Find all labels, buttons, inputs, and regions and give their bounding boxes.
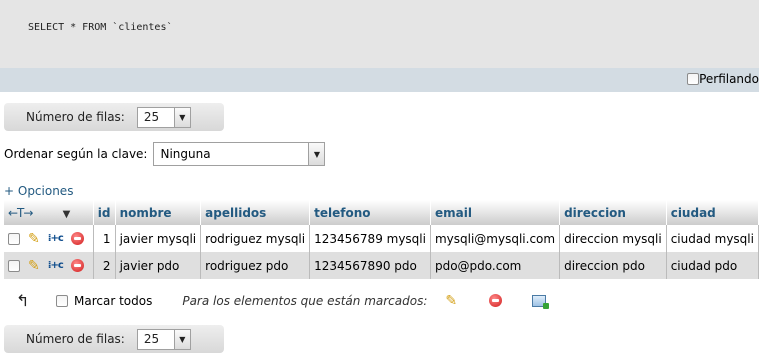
- row-checkbox[interactable]: [8, 232, 20, 245]
- rows-count-value: 25: [143, 332, 160, 346]
- with-selected-label: Para los elementos que están marcados:: [182, 293, 428, 308]
- cell-nombre: javier mysqli: [115, 225, 202, 252]
- copy-icon[interactable]: ⁞+c: [48, 260, 64, 271]
- table-row: ✎ ⁞+c 1 javier mysqli rodriguez mysqli 1…: [4, 225, 759, 252]
- rows-count-label: Número de filas:: [26, 110, 125, 124]
- cell-id: 1: [93, 225, 116, 252]
- delete-icon[interactable]: [70, 259, 84, 272]
- copy-icon[interactable]: ⁞+c: [48, 233, 64, 244]
- chevron-down-icon: ▼: [173, 329, 190, 349]
- row-actions: ✎ ⁞+c: [4, 225, 94, 252]
- cell-telefono: 1234567890 pdo: [309, 252, 431, 279]
- chevron-down-icon: ▼: [308, 143, 325, 165]
- profiling-label: Perfilando: [699, 72, 759, 86]
- sql-query-box: SELECT * FROM `clientes`: [0, 0, 759, 68]
- cell-direccion: direccion mysqli: [559, 225, 667, 252]
- bulk-actions-bar: ↰ Marcar todos Para los elementos que es…: [16, 291, 550, 310]
- navigation-top: Número de filas: 25 ▼: [4, 103, 224, 131]
- column-header-ciudad[interactable]: ciudad: [666, 200, 759, 225]
- chevron-down-icon[interactable]: ▼: [63, 209, 71, 220]
- cell-nombre: javier pdo: [115, 252, 202, 279]
- chevron-down-icon: ▼: [173, 107, 190, 127]
- column-header-apellidos[interactable]: apellidos: [200, 200, 311, 225]
- rows-count-label: Número de filas:: [26, 332, 125, 346]
- sort-by-key: Ordenar según la clave: Ninguna ▼: [4, 142, 326, 166]
- corner-arrow-icon: ↰: [16, 291, 30, 310]
- sort-label: Ordenar según la clave:: [4, 147, 148, 161]
- cell-apellidos: rodriguez mysqli: [200, 225, 311, 252]
- row-checkbox[interactable]: [8, 259, 20, 272]
- cell-email: mysqli@mysqli.com: [430, 225, 561, 252]
- row-actions: ✎ ⁞+c: [4, 252, 94, 279]
- options-link[interactable]: + Opciones: [4, 184, 73, 198]
- delete-icon[interactable]: [70, 232, 84, 245]
- table-header-row: ←T→ ▼ id nombre apellidos telefono email…: [4, 200, 759, 225]
- cell-apellidos: rodriguez pdo: [200, 252, 311, 279]
- export-icon[interactable]: [532, 294, 550, 309]
- column-header-direccion[interactable]: direccion: [559, 200, 667, 225]
- sql-query-toolbar: Perfilando: [0, 68, 759, 92]
- rows-count-value: 25: [143, 110, 160, 124]
- pencil-icon[interactable]: ✎: [445, 293, 457, 309]
- results-table: ←T→ ▼ id nombre apellidos telefono email…: [4, 200, 759, 279]
- navigation-bottom: Número de filas: 25 ▼: [4, 325, 224, 353]
- actions-header: ←T→ ▼: [4, 200, 94, 225]
- cell-telefono: 123456789 mysqli: [309, 225, 431, 252]
- cell-direccion: direccion pdo: [559, 252, 667, 279]
- check-all-checkbox[interactable]: [56, 294, 68, 307]
- rows-count-select[interactable]: 25 ▼: [136, 328, 191, 350]
- column-header-telefono[interactable]: telefono: [309, 200, 431, 225]
- cell-id: 2: [93, 252, 116, 279]
- cell-email: pdo@pdo.com: [430, 252, 561, 279]
- sort-key-select[interactable]: Ninguna ▼: [153, 142, 326, 166]
- profiling-option[interactable]: Perfilando: [687, 72, 759, 86]
- check-all-option[interactable]: Marcar todos: [56, 294, 152, 308]
- column-resize-arrows-icon[interactable]: ←T→: [8, 206, 33, 220]
- pencil-icon[interactable]: ✎: [28, 231, 40, 247]
- rows-count-select[interactable]: 25 ▼: [136, 106, 191, 128]
- profiling-checkbox[interactable]: [687, 73, 700, 85]
- sql-query-text: SELECT * FROM `clientes`: [28, 22, 173, 33]
- delete-icon[interactable]: [489, 294, 503, 307]
- column-header-id[interactable]: id: [93, 200, 116, 225]
- sort-key-value: Ninguna: [160, 147, 211, 161]
- check-all-label[interactable]: Marcar todos: [74, 294, 152, 308]
- column-header-email[interactable]: email: [430, 200, 561, 225]
- cell-ciudad: ciudad mysqli: [666, 225, 759, 252]
- column-header-nombre[interactable]: nombre: [115, 200, 202, 225]
- cell-ciudad: ciudad pdo: [666, 252, 759, 279]
- table-row: ✎ ⁞+c 2 javier pdo rodriguez pdo 1234567…: [4, 252, 759, 279]
- pencil-icon[interactable]: ✎: [28, 258, 40, 274]
